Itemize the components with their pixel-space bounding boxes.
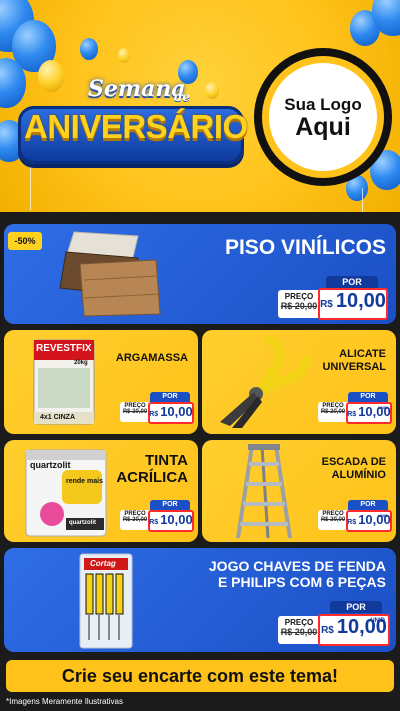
package-brand: Cortag	[90, 559, 116, 568]
old-price: R$ 20,00	[280, 627, 318, 637]
price-value: 10,00	[160, 404, 193, 419]
price-from-box: PREÇO R$ 20,00	[318, 402, 348, 422]
price-from-label: PREÇO	[284, 618, 314, 627]
price-por-label: POR	[348, 392, 388, 402]
unit-label: UNID	[378, 513, 388, 518]
product-name-line2: E PHILIPS COM 6 PEÇAS	[217, 574, 386, 591]
currency-symbol: R$	[347, 519, 357, 526]
current-price: R$ 10,00	[148, 510, 194, 532]
price-from-box: PREÇO R$ 20,00	[120, 510, 150, 530]
balloon-decoration	[80, 38, 98, 60]
currency-symbol: R$	[321, 625, 334, 636]
product-card-alicate[interactable]: ALICATE UNIVERSAL POR PREÇO R$ 20,00 R$ …	[202, 330, 396, 434]
price-from-box: PREÇO R$ 20,00	[120, 402, 150, 422]
product-image-paint-can: quartzolit rende mais quartzolit	[22, 444, 110, 538]
header-banner: Semana de ANIVERSÁRIO Sua Logo Aqui	[0, 0, 400, 212]
title-main-text: ANIVERSÁRIO	[24, 108, 248, 145]
package-brand-bottom: quartzolit	[69, 520, 96, 526]
discount-badge: -50%	[8, 232, 42, 250]
product-image-pliers	[210, 335, 314, 430]
price-value: 10,00	[335, 290, 386, 312]
current-price: R$ 10,00	[148, 402, 194, 424]
logo-line1: Sua Logo	[284, 94, 362, 114]
price-por-label: POR	[150, 500, 190, 510]
product-name-line1: ESCADA DE	[321, 456, 386, 468]
title-top-text: Semana	[88, 76, 186, 102]
currency-symbol: R$	[347, 411, 357, 418]
unit-label: UNID	[370, 618, 385, 624]
logo-line2: Aqui	[295, 112, 351, 141]
product-card-piso[interactable]: PISO VINÍLICOS POR PREÇO R$ 20,00 R$ 10,…	[4, 224, 396, 324]
package-weight: 20kg	[74, 360, 88, 366]
product-image-floor	[56, 230, 166, 318]
cta-banner[interactable]: Crie seu encarte com este tema!	[6, 660, 394, 692]
disclaimer-text: *Imagens Meramente Ilustrativas	[6, 697, 123, 706]
product-name-line2: UNIVERSAL	[322, 360, 386, 373]
currency-symbol: R$	[149, 519, 159, 526]
old-price: R$ 20,00	[320, 409, 346, 415]
old-price: R$ 20,00	[122, 517, 148, 523]
current-price: R$ 10,00	[318, 288, 388, 320]
product-name: ESCADA DE ALUMÍNIO	[322, 456, 386, 481]
event-title: Semana de ANIVERSÁRIO	[18, 70, 248, 170]
product-image-screwdriver-set: Cortag	[78, 552, 134, 650]
old-price: R$ 20,00	[320, 517, 346, 523]
product-name: TINTA ACRÍLICA	[116, 452, 188, 487]
balloon-string	[362, 188, 363, 212]
price-from-box: PREÇO R$ 20,00	[278, 290, 320, 318]
product-card-chaves[interactable]: Cortag JOGO CHAVES DE FENDA E PHILIPS CO…	[4, 548, 396, 652]
product-name-line1: JOGO CHAVES DE FENDA	[208, 558, 386, 574]
price-from-box: PREÇO R$ 20,00	[318, 510, 348, 530]
price-por-label: POR	[330, 601, 382, 613]
logo-inner: Sua Logo Aqui	[269, 63, 377, 171]
unit-label: UNID	[378, 405, 388, 410]
product-card-tinta[interactable]: quartzolit rende mais quartzolit TINTA A…	[4, 440, 198, 542]
old-price: R$ 20,00	[122, 409, 148, 415]
price-from-label: PREÇO	[284, 292, 314, 301]
product-name-line2: ACRÍLICA	[116, 469, 188, 487]
old-price: R$ 20,00	[280, 301, 318, 311]
product-image-mortar-bag: REVESTFIX 20kg 4x1 CINZA	[32, 338, 96, 426]
price-from-box: PREÇO R$ 20,00	[278, 616, 320, 644]
package-slogan: rende mais	[66, 478, 103, 485]
balloon-decoration	[118, 48, 130, 63]
current-price: R$ 10,00 UNID	[346, 402, 392, 424]
product-name: ALICATE UNIVERSAL	[322, 348, 386, 373]
product-card-argamassa[interactable]: REVESTFIX 20kg 4x1 CINZA ARGAMASSA POR P…	[4, 330, 198, 434]
product-name-line1: ALICATE	[339, 348, 386, 360]
logo-placeholder[interactable]: Sua Logo Aqui	[254, 48, 392, 186]
price-por-label: POR	[348, 500, 388, 510]
product-name-line1: TINTA	[144, 452, 188, 469]
current-price: R$ 10,00 UNID	[346, 510, 392, 532]
package-brand: REVESTFIX	[36, 343, 92, 354]
product-name: JOGO CHAVES DE FENDA E PHILIPS COM 6 PEÇ…	[209, 558, 386, 590]
currency-symbol: R$	[149, 411, 159, 418]
price-por-label: POR	[150, 392, 190, 402]
product-image-ladder	[232, 442, 294, 540]
package-brand: quartzolit	[30, 460, 71, 470]
currency-symbol: R$	[320, 299, 333, 310]
product-name: PISO VINÍLICOS	[224, 236, 386, 259]
price-value: 10,00	[160, 512, 193, 527]
product-card-escada[interactable]: ESCADA DE ALUMÍNIO POR PREÇO R$ 20,00 R$…	[202, 440, 396, 542]
product-name-line2: ALUMÍNIO	[331, 468, 386, 481]
current-price: R$ 10,00 UNID	[318, 614, 390, 646]
price-por-label: POR	[326, 276, 378, 288]
title-de-text: de	[174, 90, 191, 104]
package-type: 4x1 CINZA	[40, 414, 76, 421]
product-name: ARGAMASSA	[115, 352, 188, 364]
